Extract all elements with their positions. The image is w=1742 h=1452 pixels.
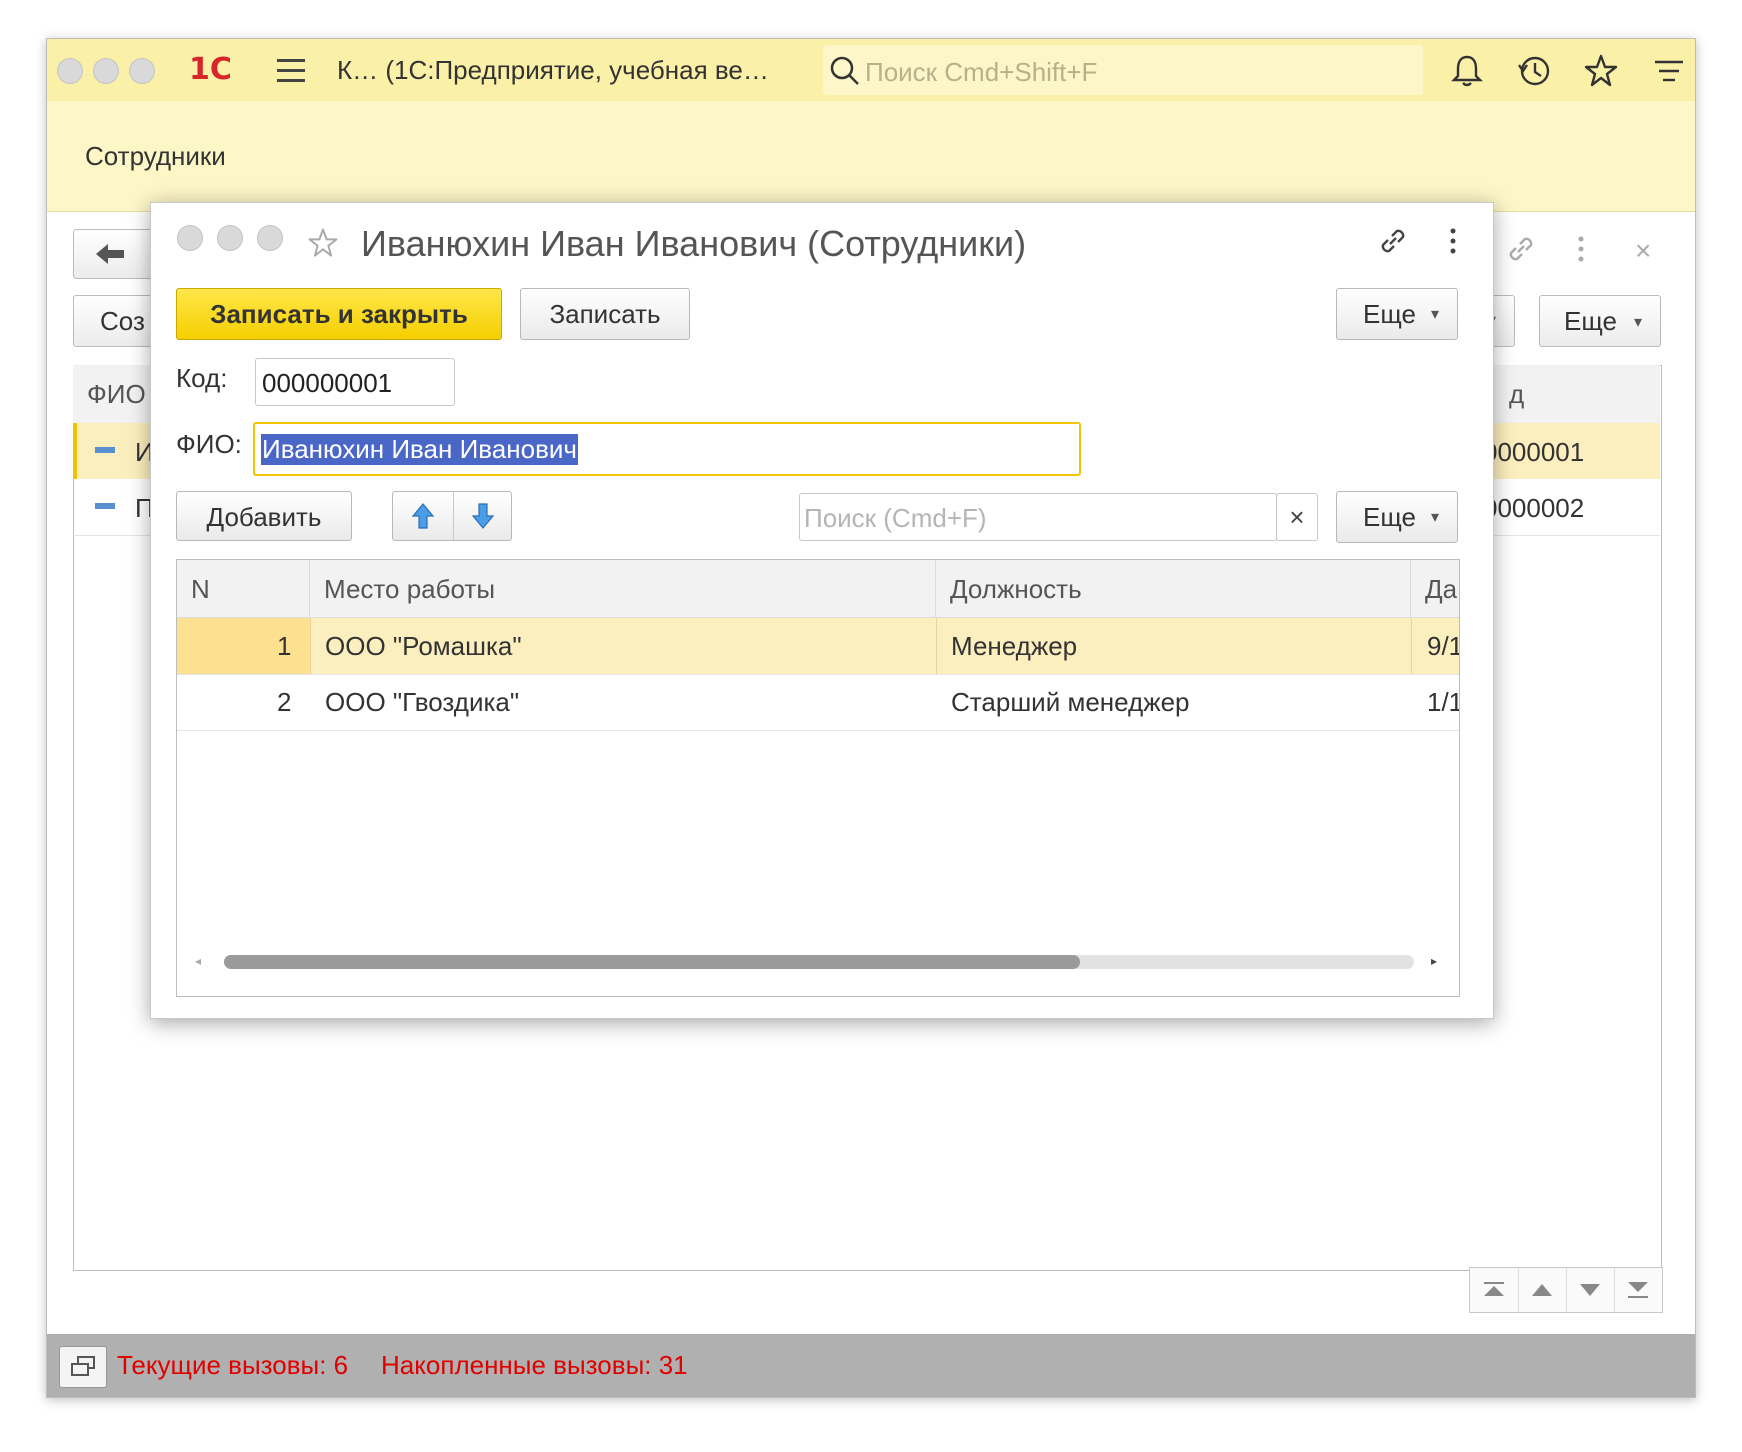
window-close-dot[interactable] bbox=[57, 58, 83, 84]
arrow-up-icon bbox=[411, 503, 435, 529]
search-icon bbox=[830, 56, 859, 85]
dialog-zoom-dot[interactable] bbox=[257, 225, 283, 251]
row-position: Старший менеджер bbox=[951, 687, 1190, 717]
row-number: 1 bbox=[277, 631, 292, 661]
table-row[interactable]: 1 ООО "Ромашка" Менеджер 9/1 bbox=[177, 618, 1459, 675]
move-up-button[interactable] bbox=[393, 492, 454, 540]
more-vertical-icon[interactable] bbox=[1571, 231, 1591, 267]
clear-search-icon[interactable]: × bbox=[1276, 493, 1318, 541]
create-button-label: Соз bbox=[100, 306, 145, 336]
list-row-code: 0000001 bbox=[1483, 437, 1585, 467]
save-and-close-button[interactable]: Записать и закрыть bbox=[176, 288, 502, 340]
list-row-code: 0000002 bbox=[1483, 493, 1585, 523]
star-icon[interactable] bbox=[1581, 51, 1621, 91]
item-marker-icon bbox=[95, 447, 115, 453]
employee-dialog: Иванюхин Иван Иванович (Сотрудники) Запи… bbox=[150, 202, 1494, 1019]
status-bar: Текущие вызовы: 6 Накопленные вызовы: 31 bbox=[47, 1334, 1695, 1397]
first-page-button[interactable] bbox=[1470, 1268, 1519, 1312]
app-title: К… (1С:Предприятие, учебная ве… bbox=[337, 55, 769, 85]
current-calls-text: Текущие вызовы: 6 bbox=[117, 1350, 349, 1380]
row-workplace: ООО "Гвоздика" bbox=[325, 687, 520, 717]
next-button[interactable] bbox=[1566, 1268, 1615, 1312]
close-icon[interactable]: × bbox=[1635, 235, 1651, 267]
column-fio-header[interactable]: ФИО bbox=[87, 379, 146, 410]
chevron-up-icon bbox=[1532, 1284, 1552, 1296]
row-date: 9/1 bbox=[1427, 631, 1460, 661]
link-icon[interactable] bbox=[1501, 229, 1541, 269]
table-search-input[interactable]: Поиск (Cmd+F) bbox=[799, 493, 1277, 541]
performance-button[interactable] bbox=[59, 1346, 107, 1388]
dialog-title: Иванюхин Иван Иванович (Сотрудники) bbox=[361, 223, 1027, 264]
to-bottom-icon bbox=[1628, 1282, 1648, 1298]
move-buttons bbox=[392, 491, 512, 541]
favorite-star-icon[interactable] bbox=[305, 225, 341, 261]
window-zoom-dot[interactable] bbox=[129, 58, 155, 84]
fio-value: Иванюхин Иван Иванович bbox=[261, 434, 578, 465]
section-title: Сотрудники bbox=[85, 141, 226, 171]
global-search-input[interactable]: Поиск Cmd+Shift+F bbox=[823, 45, 1423, 95]
chevron-down-icon: ▾ bbox=[1634, 314, 1643, 331]
code-value: 000000001 bbox=[262, 368, 393, 398]
column-header-n[interactable]: N bbox=[177, 560, 310, 618]
chevron-down-icon: ▾ bbox=[1431, 509, 1440, 526]
windows-icon bbox=[71, 1356, 95, 1376]
arrow-down-icon bbox=[471, 503, 495, 529]
window-minimize-dot[interactable] bbox=[93, 58, 119, 84]
row-date: 1/1 bbox=[1427, 687, 1460, 717]
fio-field[interactable]: Иванюхин Иван Иванович bbox=[253, 422, 1081, 476]
save-button[interactable]: Записать bbox=[520, 288, 690, 340]
title-bar: 1С К… (1С:Предприятие, учебная ве… Поиск… bbox=[47, 39, 1695, 102]
column-header-position[interactable]: Должность bbox=[936, 560, 1411, 618]
last-page-button[interactable] bbox=[1614, 1268, 1662, 1312]
list-navigation bbox=[1469, 1267, 1663, 1313]
accumulated-calls-text: Накопленные вызовы: 31 bbox=[381, 1350, 688, 1380]
row-position: Менеджер bbox=[951, 631, 1078, 661]
add-button[interactable]: Добавить bbox=[176, 491, 352, 541]
arrow-left-icon bbox=[96, 244, 124, 264]
work-history-table: N Место работы Должность Да 1 ООО "Ромаш… bbox=[176, 559, 1460, 997]
scroll-left-icon[interactable]: ◂ bbox=[195, 954, 201, 968]
column-code-header[interactable]: д bbox=[1509, 379, 1524, 410]
table-search-placeholder: Поиск (Cmd+F) bbox=[804, 503, 987, 533]
link-icon[interactable] bbox=[1373, 221, 1413, 261]
background-more-button[interactable]: Еще ▾ bbox=[1539, 295, 1661, 347]
to-top-icon bbox=[1484, 1282, 1504, 1296]
dialog-close-dot[interactable] bbox=[177, 225, 203, 251]
row-number: 2 bbox=[277, 687, 292, 717]
column-header-date[interactable]: Да bbox=[1411, 560, 1459, 618]
1c-logo[interactable]: 1С bbox=[189, 52, 232, 87]
code-label: Код: bbox=[176, 363, 228, 393]
bell-icon[interactable] bbox=[1447, 51, 1487, 91]
back-button[interactable] bbox=[73, 229, 155, 279]
chevron-down-icon: ▾ bbox=[1431, 306, 1440, 323]
background-more-label: Еще bbox=[1564, 306, 1617, 336]
column-header-workplace[interactable]: Место работы bbox=[310, 560, 936, 618]
scroll-right-icon[interactable]: ▸ bbox=[1431, 954, 1437, 968]
move-down-button[interactable] bbox=[453, 492, 513, 540]
table-more-label: Еще bbox=[1363, 502, 1416, 532]
table-more-button[interactable]: Еще ▾ bbox=[1336, 491, 1458, 543]
table-row[interactable]: 2 ООО "Гвоздика" Старший менеджер 1/1 bbox=[177, 674, 1459, 731]
item-marker-icon bbox=[95, 503, 115, 509]
chevron-down-icon bbox=[1580, 1284, 1600, 1296]
row-workplace: ООО "Ромашка" bbox=[325, 631, 522, 661]
scrollbar-thumb[interactable] bbox=[224, 955, 1080, 969]
history-icon[interactable] bbox=[1515, 51, 1555, 91]
code-field[interactable]: 000000001 bbox=[255, 358, 455, 406]
more-vertical-icon[interactable] bbox=[1443, 223, 1463, 259]
previous-button[interactable] bbox=[1518, 1268, 1567, 1312]
more-button[interactable]: Еще ▾ bbox=[1336, 288, 1458, 340]
global-search-placeholder: Поиск Cmd+Shift+F bbox=[865, 57, 1098, 87]
hamburger-menu-icon[interactable] bbox=[277, 59, 305, 82]
dialog-minimize-dot[interactable] bbox=[217, 225, 243, 251]
fio-label: ФИО: bbox=[176, 429, 242, 459]
more-button-label: Еще bbox=[1363, 299, 1416, 329]
settings-menu-icon[interactable] bbox=[1649, 51, 1689, 91]
section-header: Сотрудники bbox=[47, 101, 1695, 212]
